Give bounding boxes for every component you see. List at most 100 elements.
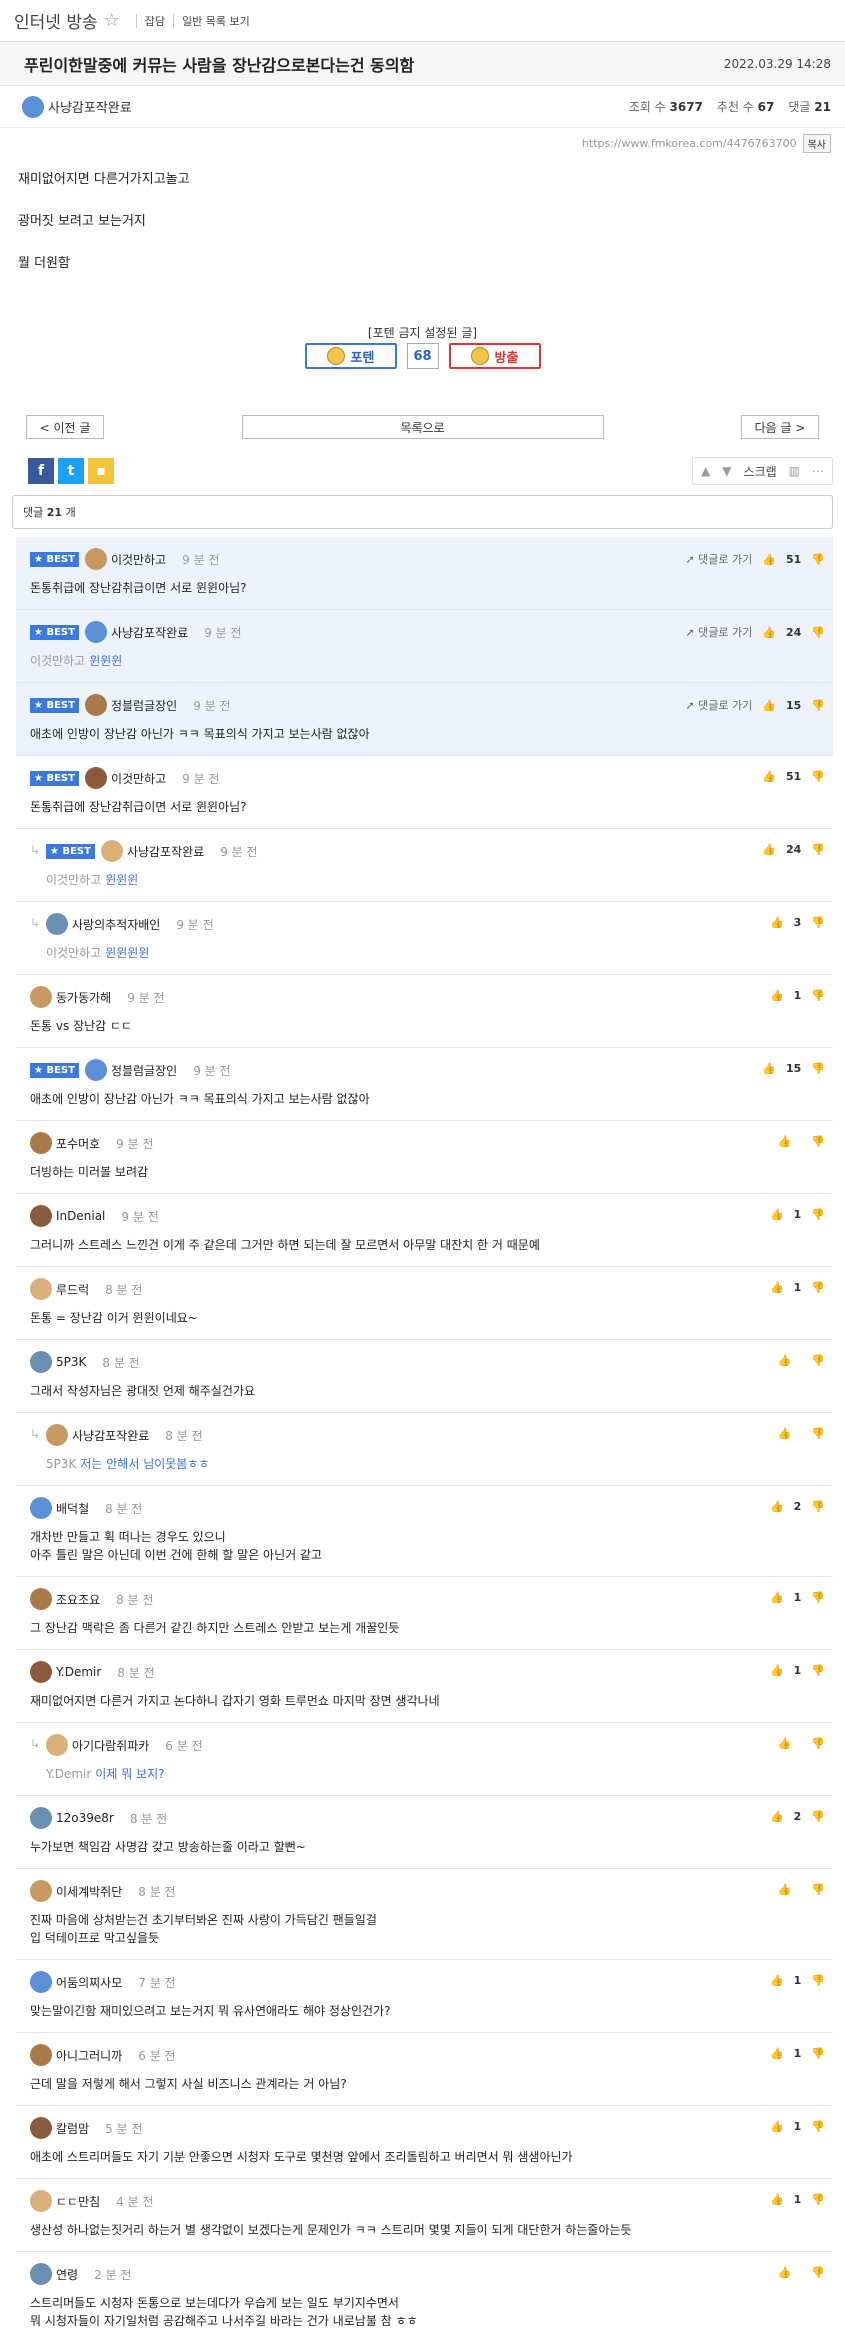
scrap-button[interactable]: 스크랩 [744, 463, 777, 480]
reply-target[interactable]: Y.Demir [46, 1767, 91, 1781]
comment-author[interactable]: 아기다람쥐파카 [72, 1737, 149, 1754]
more-icon[interactable]: ⋯ [812, 464, 824, 478]
thumbs-up-icon[interactable]: 👍 [770, 2193, 784, 2206]
thumbs-down-icon[interactable]: 👎 [811, 1281, 825, 1294]
thumbs-up-icon[interactable]: 👍 [762, 843, 776, 856]
post-url[interactable]: https://www.fmkorea.com/4476763700 [582, 137, 797, 150]
thumbs-down-icon[interactable]: 👎 [811, 1135, 825, 1148]
comment-author[interactable]: 사냥감포작완료 [127, 843, 204, 860]
comment-author[interactable]: 12o39e8r [56, 1811, 114, 1825]
thumbs-up-icon[interactable]: 👍 [770, 1664, 784, 1677]
potten-down-button[interactable]: 방출 [448, 343, 541, 369]
thumbs-down-icon[interactable]: 👎 [811, 2120, 825, 2133]
comment-author[interactable]: InDenial [56, 1209, 105, 1223]
post-author[interactable]: 사냥감포작완료 [22, 95, 132, 118]
potten-up-button[interactable]: 포텐 [304, 343, 397, 369]
comment-author[interactable]: 사랑의추적자배인 [72, 916, 160, 933]
list-view-link[interactable]: 일반 목록 보기 [182, 13, 250, 29]
comment-author[interactable]: 이것만하고 [111, 551, 166, 568]
thumbs-up-icon[interactable]: 👍 [770, 1500, 784, 1513]
thumbs-up-icon[interactable]: 👍 [762, 626, 776, 639]
comment-author[interactable]: 칼럼맘 [56, 2120, 89, 2137]
thumbs-up-icon[interactable]: 👍 [762, 553, 776, 566]
comment-author[interactable]: 아니그러니까 [56, 2047, 122, 2064]
comment-author[interactable]: 동가동가해 [56, 989, 111, 1006]
thumbs-down-icon[interactable]: 👎 [811, 1208, 825, 1221]
thumbs-down-icon[interactable]: 👎 [811, 770, 825, 783]
goto-comment-link[interactable]: ➚ 댓글로 가기 [685, 624, 752, 640]
comment-author[interactable]: 정블럼글장인 [111, 697, 177, 714]
prev-post-button[interactable]: < 이전 글 [26, 415, 104, 439]
comment-author[interactable]: 이세계박쥐단 [56, 1883, 122, 1900]
comment-author[interactable]: 포수머호 [56, 1135, 100, 1152]
thumbs-down-icon[interactable]: 👎 [811, 1883, 825, 1896]
thumbs-down-icon[interactable]: 👎 [811, 2193, 825, 2206]
thumbs-up-icon[interactable]: 👍 [770, 1281, 784, 1294]
thumbs-up-icon[interactable]: 👍 [762, 699, 776, 712]
thumbs-up-icon[interactable]: 👍 [778, 2266, 792, 2279]
kakao-icon[interactable]: ▪ [88, 458, 114, 484]
thumbs-down-icon[interactable]: 👎 [811, 916, 825, 929]
down-arrow-icon[interactable]: ▼ [722, 464, 731, 478]
thumbs-down-icon[interactable]: 👎 [811, 1427, 825, 1440]
thumbs-up-icon[interactable]: 👍 [778, 1883, 792, 1896]
thumbs-up-icon[interactable]: 👍 [770, 1591, 784, 1604]
thumbs-down-icon[interactable]: 👎 [811, 2047, 825, 2060]
comment-author[interactable]: 5P3K [56, 1355, 86, 1369]
thumbs-down-icon[interactable]: 👎 [811, 1354, 825, 1367]
comment-author[interactable]: 사냥감포작완료 [111, 624, 188, 641]
thumbs-up-icon[interactable]: 👍 [770, 1208, 784, 1221]
goto-comment-link[interactable]: ➚ 댓글로 가기 [685, 551, 752, 567]
star-icon[interactable]: ☆ [104, 10, 120, 31]
copy-button[interactable]: 복사 [802, 133, 831, 153]
thumbs-down-icon[interactable]: 👎 [811, 1974, 825, 1987]
thumbs-down-icon[interactable]: 👎 [811, 989, 825, 1002]
thumbs-up-icon[interactable]: 👍 [778, 1354, 792, 1367]
thumbs-up-icon[interactable]: 👍 [778, 1427, 792, 1440]
thumbs-down-icon[interactable]: 👎 [811, 626, 825, 639]
reply-target[interactable]: 5P3K [46, 1457, 76, 1471]
comment-author[interactable]: 이것만하고 [111, 770, 166, 787]
comment-author[interactable]: 조요조요 [56, 1591, 100, 1608]
thumbs-down-icon[interactable]: 👎 [811, 2266, 825, 2279]
thumbs-down-icon[interactable]: 👎 [811, 1810, 825, 1823]
thumbs-down-icon[interactable]: 👎 [811, 1737, 825, 1750]
comment-author[interactable]: Y.Demir [56, 1665, 101, 1679]
facebook-icon[interactable]: f [28, 458, 54, 484]
comment-author[interactable]: 루드럭 [56, 1281, 89, 1298]
goto-comment-link[interactable]: ➚ 댓글로 가기 [685, 697, 752, 713]
thumbs-down-icon[interactable]: 👎 [811, 1500, 825, 1513]
thumbs-up-icon[interactable]: 👍 [762, 1062, 776, 1075]
comment-author[interactable]: 배덕철 [56, 1500, 89, 1517]
thumbs-up-icon[interactable]: 👍 [770, 2047, 784, 2060]
thumbs-down-icon[interactable]: 👎 [811, 553, 825, 566]
list-button[interactable]: 목록으로 [241, 415, 604, 439]
comment-author[interactable]: 정블럼글장인 [111, 1062, 177, 1079]
thumbs-down-icon[interactable]: 👎 [811, 699, 825, 712]
chart-icon[interactable]: ▥ [789, 464, 800, 478]
thumbs-up-icon[interactable]: 👍 [762, 770, 776, 783]
thumbs-down-icon[interactable]: 👎 [811, 1664, 825, 1677]
reply-target[interactable]: 이것만하고 [46, 946, 101, 960]
comment-author[interactable]: ㄷㄷ만침 [56, 2193, 100, 2210]
thumbs-up-icon[interactable]: 👍 [770, 1810, 784, 1823]
thumbs-up-icon[interactable]: 👍 [778, 1135, 792, 1148]
thumbs-down-icon[interactable]: 👎 [811, 1591, 825, 1604]
twitter-icon[interactable]: t [58, 458, 84, 484]
thumbs-down-icon[interactable]: 👎 [811, 1062, 825, 1075]
reply-target[interactable]: 이것만하고 [30, 654, 85, 668]
thumbs-up-icon[interactable]: 👍 [770, 916, 784, 929]
up-arrow-icon[interactable]: ▲ [701, 464, 710, 478]
comment-author[interactable]: 사냥감포작완료 [72, 1427, 149, 1444]
thumbs-up-icon[interactable]: 👍 [770, 989, 784, 1002]
comment-author[interactable]: 연령 [56, 2266, 78, 2283]
category-link[interactable]: 잡담 [145, 13, 165, 29]
comment-author[interactable]: 어둠의찌사모 [56, 1974, 122, 1991]
thumbs-down-icon[interactable]: 👎 [811, 843, 825, 856]
reply-target[interactable]: 이것만하고 [46, 873, 101, 887]
thumbs-up-icon[interactable]: 👍 [778, 1737, 792, 1750]
next-post-button[interactable]: 다음 글 > [741, 415, 819, 439]
thumbs-up-icon[interactable]: 👍 [770, 2120, 784, 2133]
thumbs-up-icon[interactable]: 👍 [770, 1974, 784, 1987]
board-title[interactable]: 인터넷 방송 [14, 8, 98, 33]
